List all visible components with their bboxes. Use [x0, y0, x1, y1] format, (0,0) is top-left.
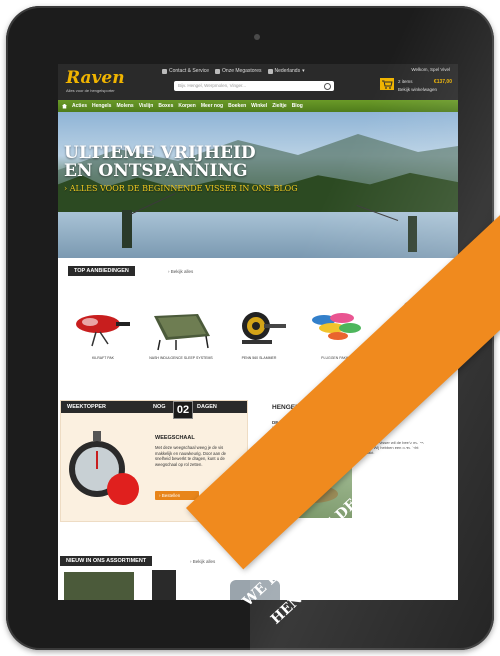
week-topper-bar: WEEKTOPPER NOG DAGEN: [61, 401, 247, 413]
top-deals-label: TOP AANBIEDINGEN: [68, 266, 135, 276]
hero-title: ULTIEME VRIJHEID EN ONTSPANNING: [64, 144, 256, 180]
week-dagen: DAGEN: [197, 404, 217, 410]
nav-item[interactable]: Acties: [72, 103, 87, 109]
scale-image: [69, 431, 139, 505]
product-image: [76, 315, 130, 347]
nav-item[interactable]: Winkel: [251, 103, 267, 109]
camera-icon: [254, 34, 260, 40]
store-icon: [215, 68, 221, 74]
fisherman-left: [122, 210, 132, 248]
megastores-link[interactable]: Onze Megastores: [215, 68, 262, 74]
search-placeholder: Bijv. Hengel, Werpmolen, Vinger...: [178, 83, 247, 88]
nav-item[interactable]: Blog: [292, 103, 303, 109]
product-label: NASH INDULGENCE SLEEP SYSTEMS: [149, 356, 213, 360]
product-thumb[interactable]: [64, 572, 134, 600]
cart-widget[interactable]: 2 items €137,00 Bekijk winkelwagen: [380, 76, 452, 96]
account-greeting[interactable]: Welkom, Spel Vivel: [411, 67, 450, 72]
hero-banner[interactable]: ULTIEME VRIJHEID EN ONTSPANNING › ALLES …: [58, 112, 458, 258]
cart-count: 2 items: [398, 79, 413, 84]
fisherman-right: [408, 216, 417, 252]
nav-item[interactable]: Vislijn: [139, 103, 154, 109]
nav-item[interactable]: Molens: [116, 103, 133, 109]
week-nog: NOG: [153, 404, 166, 410]
lake: [58, 212, 458, 258]
language-label: Nederlands: [274, 68, 301, 74]
week-product-description: Met deze weegschaal weeg je de vis makke…: [155, 445, 226, 467]
cart-icon: [380, 78, 394, 90]
language-select[interactable]: Nederlands ▾: [267, 68, 305, 74]
top-deals-link[interactable]: › Bekijk alles: [168, 269, 193, 274]
product-image: [154, 314, 210, 351]
contact-label: Contact & Service: [169, 68, 210, 74]
product-label: KILRAFT PAK: [91, 356, 115, 360]
contact-link[interactable]: Contact & Service: [162, 68, 209, 74]
search-icon[interactable]: [324, 83, 331, 90]
top-links: Contact & Service Onze Megastores Nederl…: [162, 68, 305, 74]
product-image: [242, 312, 286, 344]
week-product-title: WEEGSCHAAL: [155, 435, 195, 441]
cart-link[interactable]: Bekijk winkelwagen: [398, 87, 437, 92]
product-label: PENN 560 SLAMMER: [241, 356, 277, 360]
user-icon: [162, 68, 167, 74]
site-header: Raven Alles voor de hengelsporter Contac…: [58, 64, 458, 100]
product-card[interactable]: NASH INDULGENCE SLEEP SYSTEMS: [146, 296, 216, 360]
product-card[interactable]: KILRAFT PAK: [68, 296, 138, 360]
nav-item[interactable]: Meer nog: [201, 103, 223, 109]
hero-title-line1: ULTIEME VRIJHEID: [64, 143, 256, 163]
nav-item[interactable]: Boxes: [158, 103, 173, 109]
week-topper-label: WEEKTOPPER: [67, 404, 107, 410]
nav-item[interactable]: Hengels: [92, 103, 111, 109]
nav-item[interactable]: Zieltje: [272, 103, 286, 109]
hero-subtitle[interactable]: › ALLES VOOR DE BEGINNENDE VISSER IN ONS…: [64, 184, 298, 193]
home-icon[interactable]: [62, 103, 67, 109]
product-thumb[interactable]: [152, 570, 176, 600]
main-nav: Acties Hengels Molens Vislijn Boxes Korp…: [58, 100, 458, 112]
hero-title-line2: EN ONTSPANNING: [64, 161, 248, 181]
chevron-down-icon: ▾: [302, 68, 305, 74]
nav-item[interactable]: Boeken: [228, 103, 246, 109]
days-counter: 02: [173, 401, 193, 419]
nav-item[interactable]: Korpen: [178, 103, 196, 109]
cart-price: €137,00: [433, 79, 452, 85]
product-card[interactable]: PENN 560 SLAMMER: [224, 296, 294, 360]
site-logo[interactable]: Raven: [66, 68, 125, 88]
megastores-label: Onze Megastores: [222, 68, 262, 74]
globe-icon: [267, 68, 273, 74]
order-button[interactable]: › Bestellen: [155, 491, 199, 500]
search-input[interactable]: Bijv. Hengel, Werpmolen, Vinger...: [174, 81, 334, 91]
tagline: Alles voor de hengelsporter: [66, 88, 115, 93]
